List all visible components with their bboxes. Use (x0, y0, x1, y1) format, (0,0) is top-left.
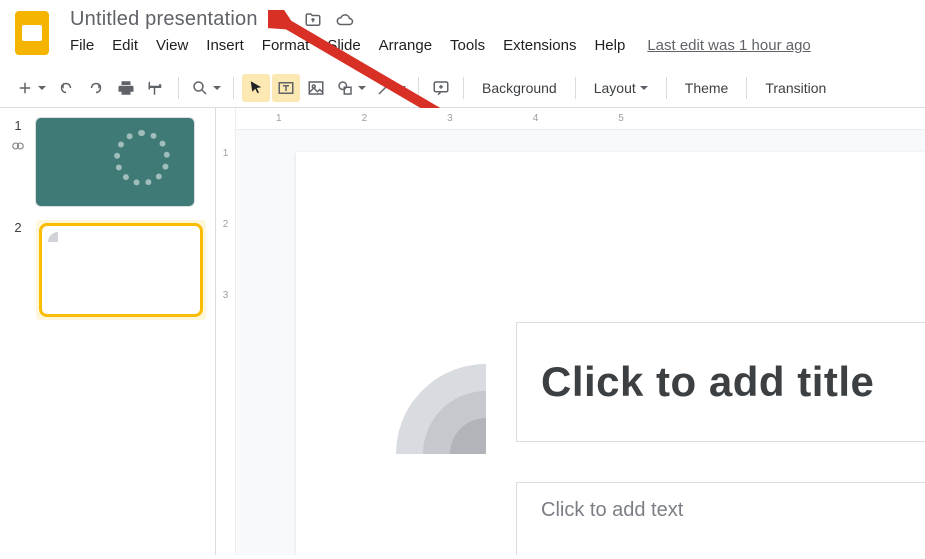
toolbar-separator (178, 77, 179, 99)
undo-button[interactable] (52, 74, 80, 102)
cloud-status-icon[interactable] (336, 11, 354, 29)
slide-thumbnail[interactable]: 1 (8, 118, 207, 206)
toolbar: Background Layout Theme Transition (0, 68, 925, 108)
menu-format[interactable]: Format (262, 37, 310, 54)
workspace: 1 2 123 12345 (0, 108, 925, 555)
slide-thumbnail[interactable]: 2 (8, 220, 207, 320)
menu-view[interactable]: View (156, 37, 188, 54)
select-tool-button[interactable] (242, 74, 270, 102)
title-placeholder[interactable]: Click to add title (516, 322, 925, 442)
background-button[interactable]: Background (472, 74, 567, 102)
new-slide-button[interactable] (12, 74, 50, 102)
slide-number: 1 (14, 118, 21, 133)
slides-app-icon[interactable] (12, 8, 52, 58)
last-edit-link[interactable]: Last edit was 1 hour ago (647, 37, 810, 54)
transition-button[interactable]: Transition (755, 74, 836, 102)
title-placeholder-text: Click to add title (541, 358, 874, 406)
move-folder-icon[interactable] (304, 11, 322, 29)
horizontal-ruler: 12345 (236, 108, 925, 130)
image-tool-button[interactable] (302, 74, 330, 102)
body-placeholder-text: Click to add text (541, 499, 683, 521)
toolbar-separator (233, 77, 234, 99)
line-tool-button[interactable] (372, 74, 410, 102)
slide-2-preview[interactable] (42, 226, 200, 314)
menu-file[interactable]: File (70, 37, 94, 54)
header: Untitled presentation File Edit View Ins… (0, 0, 925, 58)
menu-insert[interactable]: Insert (206, 37, 244, 54)
layout-button[interactable]: Layout (584, 74, 658, 102)
slide-canvas-area: 12345 Click to add title Click to add te… (236, 108, 925, 555)
slide-number: 2 (14, 220, 21, 235)
zoom-button[interactable] (187, 74, 225, 102)
star-icon[interactable] (272, 11, 290, 29)
menu-help[interactable]: Help (594, 37, 625, 54)
toolbar-separator (666, 77, 667, 99)
menu-extensions[interactable]: Extensions (503, 37, 576, 54)
menu-tools[interactable]: Tools (450, 37, 485, 54)
vertical-ruler: 123 (216, 108, 236, 555)
shape-tool-button[interactable] (332, 74, 370, 102)
slide-canvas[interactable]: Click to add title Click to add text (296, 152, 925, 555)
document-title[interactable]: Untitled presentation (70, 8, 258, 31)
menu-arrange[interactable]: Arrange (379, 37, 432, 54)
paint-format-button[interactable] (142, 74, 170, 102)
toolbar-separator (463, 77, 464, 99)
slide-1-preview[interactable] (36, 118, 194, 206)
comment-button[interactable] (427, 74, 455, 102)
menu-slide[interactable]: Slide (327, 37, 360, 54)
print-button[interactable] (112, 74, 140, 102)
toolbar-separator (575, 77, 576, 99)
menu-edit[interactable]: Edit (112, 37, 138, 54)
transition-indicator-icon (11, 139, 25, 156)
textbox-tool-button[interactable] (272, 74, 300, 102)
body-text-placeholder[interactable]: Click to add text (516, 482, 925, 555)
toolbar-separator (418, 77, 419, 99)
toolbar-separator (746, 77, 747, 99)
menu-bar: File Edit View Insert Format Slide Arran… (70, 37, 811, 54)
slide-thumbnail-panel: 1 2 (0, 108, 215, 555)
quarter-circle-graphic (396, 364, 486, 454)
redo-button[interactable] (82, 74, 110, 102)
theme-button[interactable]: Theme (675, 74, 739, 102)
